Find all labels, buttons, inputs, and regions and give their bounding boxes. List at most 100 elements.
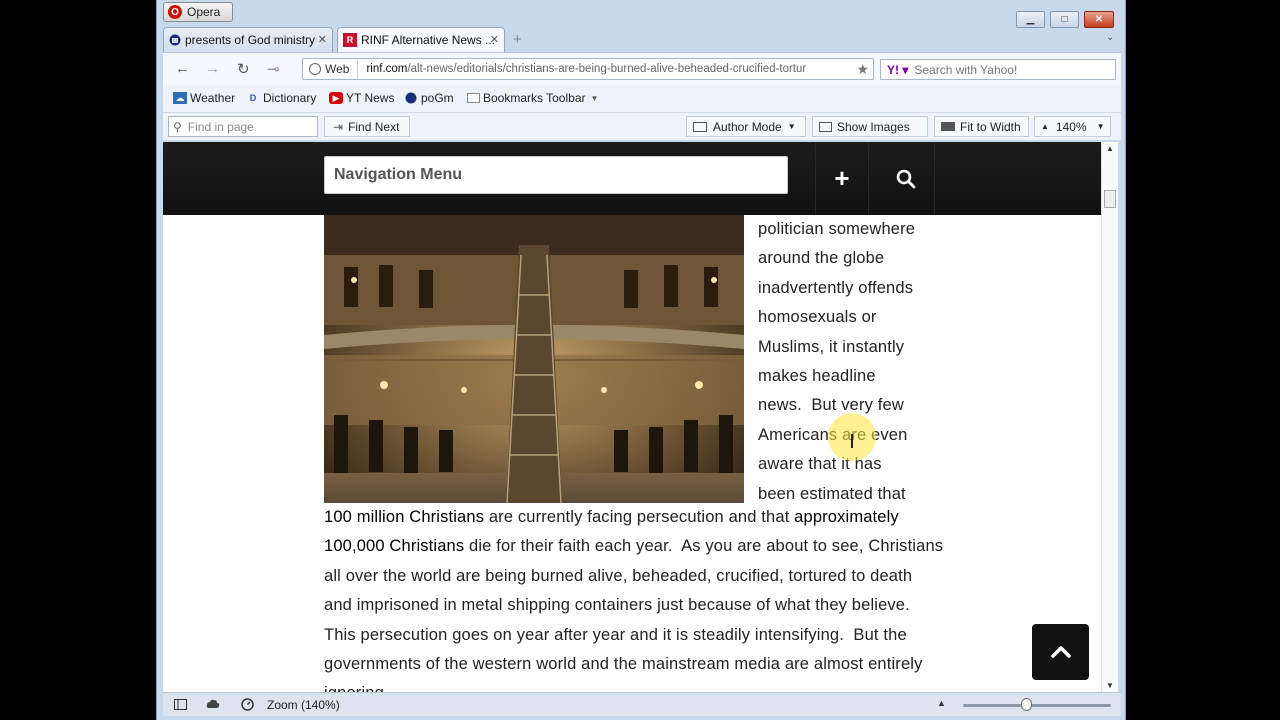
folder-icon [467,93,480,103]
bookmark-label: YT News [346,91,395,105]
youtube-icon: ▶ [329,92,343,104]
author-mode-label: Author Mode [713,119,782,134]
close-tab-icon[interactable]: ✕ [318,33,327,46]
opera-turbo-cloud-icon[interactable] [206,697,220,711]
show-images-button[interactable]: Show Images [812,116,928,137]
search-placeholder: Search with Yahoo! [914,62,1018,77]
bookmark-star-icon[interactable]: ★ [856,61,869,78]
dictionary-icon: D [249,93,257,103]
opera-logo-icon: O [168,5,182,19]
prison-photo [324,215,744,503]
opera-menu-button[interactable]: O Opera [163,2,233,22]
article-side-text: politician somewhere around the globe in… [758,215,958,509]
zoom-slider-thumb[interactable] [1021,698,1032,711]
bookmark-dictionary[interactable]: D Dictionary [246,91,317,105]
article-line: around the globe [758,249,885,268]
article-paragraph: 100 million Christians are currently fac… [324,503,944,692]
scrollbar-thumb[interactable] [1104,190,1116,208]
chevron-down-icon: ▼ [1096,122,1105,131]
find-in-page-input[interactable]: ⚲ Find in page [168,116,318,137]
article-line: politician somewhere [758,220,916,238]
fit-to-width-button[interactable]: Fit to Width [934,116,1029,137]
site-header: Navigation Menu + [163,142,1101,215]
maximize-button[interactable]: □ [1050,11,1079,28]
text-cursor-icon [851,434,853,448]
back-to-top-button[interactable] [1032,624,1089,680]
bookmarks-bar: ☁ Weather D Dictionary ▶ YT News poGm Bo… [163,85,1121,112]
search-icon: ⚲ [173,119,182,134]
tab-presents-of-god[interactable]: presents of God ministry ✕ [163,27,333,52]
web-badge[interactable]: Web [303,59,359,79]
reload-icon[interactable]: ↻ [237,60,250,78]
bookmark-pogm[interactable]: poGm [404,91,454,105]
site-search-button[interactable] [877,142,935,215]
search-input[interactable]: Y! ▾ Search with Yahoo! [880,59,1116,80]
tab-rinf[interactable]: R RINF Alternative News ... ✕ [337,27,505,52]
chevron-down-icon: ▼ [590,93,599,103]
navigation-menu-dropdown[interactable]: Navigation Menu [324,156,788,194]
body-text: die for their faith each year. As you ar… [324,537,944,692]
scroll-up-arrow-icon[interactable]: ▲ [1106,144,1114,153]
zoom-up-icon[interactable]: ▲ [937,698,946,708]
tab-title: RINF Alternative News ... [361,33,496,47]
scroll-down-arrow-icon[interactable]: ▼ [1106,681,1114,690]
body-text: are currently facing persecution and tha… [484,508,795,526]
url-path: /alt-news/editorials/christians-are-bein… [407,63,807,75]
new-tab-plus-icon[interactable]: + [513,31,522,48]
speed-dial-icon[interactable] [240,697,254,711]
back-arrow-icon[interactable]: ← [175,60,190,77]
status-bar: Zoom (140%) ▲ [163,692,1121,716]
vertical-scrollbar[interactable]: ▲ ▼ [1101,142,1118,692]
zoom-value: 140% [1055,119,1087,134]
pogm-favicon-icon [169,34,181,46]
opera-menu-label: Opera [187,5,221,19]
forward-arrow-icon[interactable]: → [205,60,220,77]
emphasis-text: 100 million Christians [324,508,485,526]
address-toolbar: ← → ↻ ⊸ Web rinf.com/alt-news/editorials… [163,52,1121,85]
close-tab-icon[interactable]: ✕ [490,33,499,46]
find-next-button[interactable]: ⇥ Find Next [324,116,410,137]
pogm-icon [404,92,418,104]
browser-window: O Opera ▁ □ ✕ presents of God ministry ✕… [156,0,1126,720]
bookmark-yt-news[interactable]: ▶ YT News [329,91,394,105]
zoom-slider-track[interactable] [963,704,1111,707]
yahoo-icon[interactable]: Y! ▾ [887,63,908,77]
find-next-label: Find Next [348,119,400,134]
zoom-status-label: Zoom (140%) [267,698,340,712]
web-label: Web [325,62,350,76]
author-mode-icon [693,121,707,132]
bookmark-label: Bookmarks Toolbar [483,91,586,105]
tab-title: presents of God ministry [185,33,316,47]
rinf-favicon-icon: R [343,33,357,47]
zoom-up-icon: ▲ [1041,122,1049,131]
bookmark-weather[interactable]: ☁ Weather [173,91,235,105]
show-images-label: Show Images [837,119,910,134]
article-line: inadvertently offends [758,278,914,297]
bookmark-label: Dictionary [263,91,317,105]
chevron-up-icon [1050,646,1071,658]
minimize-button[interactable]: ▁ [1016,11,1045,28]
tab-bar: presents of God ministry ✕ R RINF Altern… [163,27,1121,52]
article-line: Muslims, it instantly [758,337,905,356]
find-next-arrow-icon: ⇥ [333,119,344,134]
find-toolbar: ⚲ Find in page ⇥ Find Next Author Mode ▼… [163,112,1121,140]
page-viewport: Navigation Menu + politician somewhere a… [163,142,1101,692]
fit-width-icon [941,122,955,131]
bookmark-folder-toolbar[interactable]: Bookmarks Toolbar ▼ [467,91,598,105]
close-window-button[interactable]: ✕ [1084,11,1114,28]
weather-icon: ☁ [173,92,187,104]
bookmark-label: poGm [421,91,454,105]
panel-toggle-icon[interactable] [173,697,187,711]
key-icon[interactable]: ⊸ [267,60,280,78]
tab-menu-chevron-icon[interactable]: ⌄ [1106,32,1114,43]
article-line: homosexuals or [758,308,877,327]
find-placeholder: Find in page [187,119,254,134]
url-host: rinf.com [366,63,408,75]
address-field[interactable]: Web rinf.com/alt-news/editorials/christi… [302,58,874,80]
url-text[interactable]: rinf.com/alt-news/editorials/christians-… [358,63,836,75]
article-line: makes headline [758,367,876,386]
author-mode-button[interactable]: Author Mode ▼ [686,116,806,137]
fit-to-width-label: Fit to Width [960,119,1021,134]
plus-button[interactable]: + [815,142,869,215]
zoom-select[interactable]: ▲ 140% ▼ [1034,116,1111,137]
